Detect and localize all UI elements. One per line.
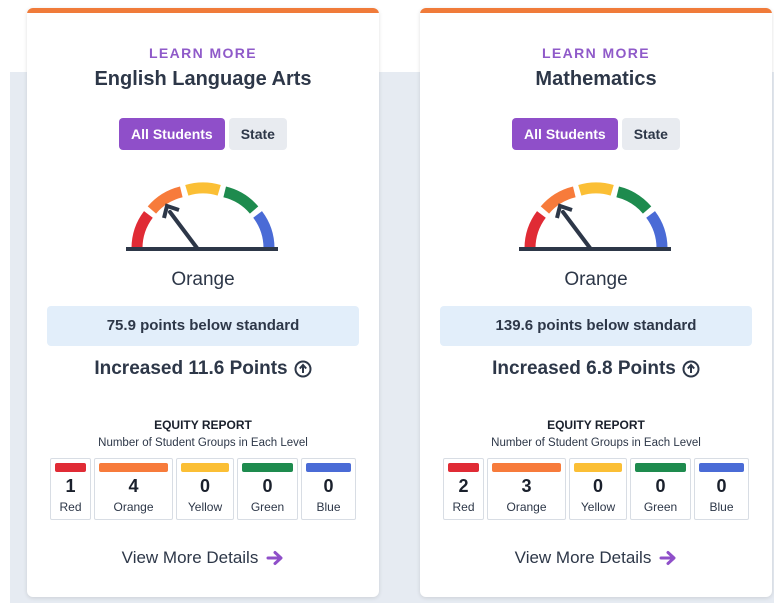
level-count: 0 xyxy=(716,476,727,496)
level-blue: 0 Blue xyxy=(694,458,749,520)
level-count: 0 xyxy=(199,476,210,496)
card-accent-bar xyxy=(27,8,379,13)
all-students-button[interactable]: All Students xyxy=(512,118,618,150)
level-label: Green xyxy=(643,500,678,514)
equity-levels: 1 Red 4 Orange 0 Yellow 0 Green 0 Blue xyxy=(50,458,356,520)
circle-up-arrow-icon[interactable] xyxy=(682,360,700,378)
level-color-bar xyxy=(181,463,229,472)
equity-report-subtitle: Number of Student Groups in Each Level xyxy=(491,437,701,449)
level-color-bar xyxy=(55,463,86,472)
level-count: 0 xyxy=(323,476,334,496)
level-count: 0 xyxy=(262,476,273,496)
all-students-button[interactable]: All Students xyxy=(119,118,225,150)
change-text: Increased 6.8 Points xyxy=(492,358,676,379)
level-red: 1 Red xyxy=(50,458,91,520)
level-label: Yellow xyxy=(187,500,223,514)
level-count: 1 xyxy=(65,476,76,496)
distance-from-standard-box: 75.9 points below standard xyxy=(47,306,359,346)
level-yellow: 0 Yellow xyxy=(569,458,627,520)
change-indicator: Increased 11.6 Points xyxy=(27,358,379,380)
level-color-bar xyxy=(306,463,351,472)
state-button[interactable]: State xyxy=(621,118,680,150)
level-label: Orange xyxy=(113,500,154,514)
level-label: Blue xyxy=(316,500,341,514)
level-red: 2 Red xyxy=(443,458,484,520)
performance-gauge-icon xyxy=(126,182,278,251)
change-text: Increased 11.6 Points xyxy=(94,358,288,379)
level-label: Red xyxy=(452,500,475,514)
level-count: 0 xyxy=(592,476,603,496)
level-color-bar xyxy=(448,463,479,472)
card-accent-bar xyxy=(420,8,772,13)
student-group-toggle: All Students State xyxy=(420,118,772,150)
level-label: Green xyxy=(250,500,285,514)
arrow-right-icon[interactable] xyxy=(659,550,677,566)
view-more-details-link[interactable]: View More Details xyxy=(27,548,379,568)
learn-more-link[interactable]: LEARN MORE xyxy=(420,45,772,61)
learn-more-link[interactable]: LEARN MORE xyxy=(27,45,379,61)
level-color-bar xyxy=(635,463,686,472)
equity-report-title: EQUITY REPORT xyxy=(154,418,252,432)
equity-report-subtitle: Number of Student Groups in Each Level xyxy=(98,437,308,449)
level-color-bar xyxy=(492,463,561,472)
level-count: 4 xyxy=(128,476,139,496)
level-label: Red xyxy=(59,500,82,514)
student-group-toggle: All Students State xyxy=(27,118,379,150)
level-orange: 3 Orange xyxy=(487,458,566,520)
performance-color-label: Orange xyxy=(171,269,235,290)
level-yellow: 0 Yellow xyxy=(176,458,234,520)
state-button[interactable]: State xyxy=(228,118,287,150)
subject-card-math: LEARN MORE Mathematics All Students Stat… xyxy=(420,8,772,597)
level-label: Blue xyxy=(709,500,734,514)
level-label: Yellow xyxy=(580,500,616,514)
view-more-details-label[interactable]: View More Details xyxy=(515,548,652,568)
equity-report-title: EQUITY REPORT xyxy=(547,418,645,432)
level-color-bar xyxy=(699,463,744,472)
circle-up-arrow-icon[interactable] xyxy=(294,360,312,378)
level-label: Orange xyxy=(506,500,547,514)
equity-levels: 2 Red 3 Orange 0 Yellow 0 Green 0 Blue xyxy=(443,458,749,520)
level-color-bar xyxy=(574,463,622,472)
level-green: 0 Green xyxy=(237,458,298,520)
level-color-bar xyxy=(99,463,168,472)
subject-card-ela: LEARN MORE English Language Arts All Stu… xyxy=(27,8,379,597)
view-more-details-label[interactable]: View More Details xyxy=(122,548,259,568)
performance-color-label: Orange xyxy=(564,269,628,290)
level-count: 3 xyxy=(521,476,532,496)
level-blue: 0 Blue xyxy=(301,458,356,520)
subject-title: English Language Arts xyxy=(94,68,312,90)
level-count: 0 xyxy=(655,476,666,496)
performance-gauge-icon xyxy=(519,182,671,251)
arrow-right-icon[interactable] xyxy=(266,550,284,566)
view-more-details-link[interactable]: View More Details xyxy=(420,548,772,568)
level-color-bar xyxy=(242,463,293,472)
level-count: 2 xyxy=(458,476,469,496)
distance-from-standard-box: 139.6 points below standard xyxy=(440,306,752,346)
subject-title: Mathematics xyxy=(535,68,657,90)
level-green: 0 Green xyxy=(630,458,691,520)
change-indicator: Increased 6.8 Points xyxy=(420,358,772,380)
level-orange: 4 Orange xyxy=(94,458,173,520)
